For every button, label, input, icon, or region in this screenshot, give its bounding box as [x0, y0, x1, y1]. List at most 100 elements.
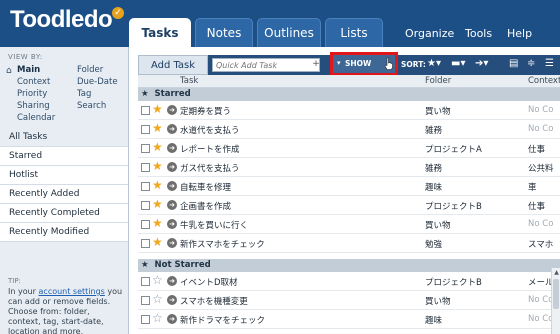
star-icon[interactable]: ★ — [152, 140, 163, 155]
task-context[interactable]: 車 — [528, 181, 537, 193]
add-task-button[interactable]: Add Task — [138, 55, 208, 75]
star-icon[interactable]: ★ — [152, 121, 163, 136]
task-checkbox[interactable] — [141, 182, 150, 191]
tab-outlines[interactable]: Outlines — [257, 18, 321, 47]
task-title[interactable]: 定期券を買う — [180, 105, 231, 117]
task-checkbox[interactable] — [141, 277, 150, 286]
viewby-main[interactable]: Main — [17, 65, 40, 75]
compact-view-icon[interactable]: ≑ — [527, 58, 535, 69]
task-folder[interactable]: 雑務 — [425, 124, 442, 136]
sidebar-item-recently-added[interactable]: Recently Added — [0, 185, 128, 204]
sort-star-icon[interactable]: ★▾ — [427, 58, 441, 69]
viewby-search[interactable]: Search — [77, 101, 106, 111]
star-outline-icon[interactable]: ☆ — [152, 292, 163, 307]
arrow-right-icon[interactable]: ➜ — [167, 276, 177, 286]
task-folder[interactable]: 買い物 — [425, 219, 451, 231]
task-context[interactable]: No Co — [528, 219, 553, 229]
list-view-icon[interactable]: ☰ — [545, 58, 554, 69]
viewby-folder[interactable]: Folder — [77, 65, 103, 75]
task-folder[interactable]: 雑務 — [425, 162, 442, 174]
task-title[interactable]: レポートを作成 — [180, 143, 240, 155]
star-icon[interactable]: ★ — [152, 197, 163, 212]
section-not-starred[interactable]: ★ Not Starred — [138, 259, 560, 272]
task-context[interactable]: 仕事 — [528, 143, 545, 155]
viewby-due-date[interactable]: Due-Date — [77, 77, 118, 87]
task-folder[interactable]: 買い物 — [425, 105, 451, 117]
task-folder[interactable]: プロジェクトA — [425, 143, 482, 155]
task-folder[interactable]: 趣味 — [425, 181, 442, 193]
nav-tools[interactable]: Tools — [465, 27, 492, 40]
task-title[interactable]: 新作スマホをチェック — [180, 238, 265, 250]
task-context[interactable]: No Co — [528, 124, 553, 134]
tab-notes[interactable]: Notes — [195, 18, 253, 47]
task-checkbox[interactable] — [141, 201, 150, 210]
arrow-right-icon[interactable]: ➜ — [167, 200, 177, 210]
task-checkbox[interactable] — [141, 220, 150, 229]
task-context[interactable]: No Co — [528, 295, 553, 305]
star-icon[interactable]: ★ — [152, 216, 163, 231]
task-checkbox[interactable] — [141, 315, 150, 324]
sidebar-item-hotlist[interactable]: Hotlist — [0, 166, 128, 185]
task-context[interactable]: No Co — [528, 314, 553, 324]
show-button[interactable]: ▾ SHOW — [330, 52, 398, 76]
sort-arrow-icon[interactable]: ➔▾ — [475, 58, 488, 69]
viewby-priority[interactable]: Priority — [17, 89, 47, 99]
star-outline-icon[interactable]: ☆ — [152, 311, 163, 326]
task-title[interactable]: スマホを機種変更 — [180, 295, 248, 307]
nav-help[interactable]: Help — [507, 27, 532, 40]
task-title[interactable]: 自転車を修理 — [180, 181, 231, 193]
arrow-right-icon[interactable]: ➜ — [167, 295, 177, 305]
toodledo-logo[interactable]: Toodledo — [10, 6, 113, 34]
vertical-scrollbar[interactable]: ▲ — [551, 268, 560, 334]
task-checkbox[interactable] — [141, 239, 150, 248]
arrow-right-icon[interactable]: ➜ — [167, 181, 177, 191]
task-context[interactable]: スマホ — [528, 238, 553, 250]
task-checkbox[interactable] — [141, 125, 150, 134]
task-title[interactable]: 水道代を支払う — [180, 124, 240, 136]
task-context[interactable]: 公共料 — [528, 162, 554, 174]
arrow-right-icon[interactable]: ➜ — [167, 124, 177, 134]
task-title[interactable]: 牛乳を買いに行く — [180, 219, 248, 231]
star-icon[interactable]: ★ — [152, 159, 163, 174]
column-context[interactable]: Context — [528, 76, 560, 86]
column-task[interactable]: Task — [180, 76, 198, 86]
task-folder[interactable]: 勉強 — [425, 238, 442, 250]
arrow-right-icon[interactable]: ➜ — [167, 314, 177, 324]
viewby-context[interactable]: Context — [17, 77, 50, 87]
sidebar-item-all-tasks[interactable]: All Tasks — [0, 128, 128, 147]
star-icon[interactable]: ★ — [152, 235, 163, 250]
task-folder[interactable]: 買い物 — [425, 295, 451, 307]
arrow-right-icon[interactable]: ➜ — [167, 162, 177, 172]
task-title[interactable]: 企画書を作成 — [180, 200, 231, 212]
task-title[interactable]: イベントD取材 — [180, 276, 238, 288]
task-context[interactable]: メール — [528, 276, 554, 288]
star-icon[interactable]: ★ — [152, 178, 163, 193]
sort-folder-icon[interactable]: ▬▾ — [451, 58, 465, 69]
task-folder[interactable]: 趣味 — [425, 314, 442, 326]
task-checkbox[interactable] — [141, 144, 150, 153]
section-starred[interactable]: ★ Starred — [138, 88, 560, 101]
sidebar-item-starred[interactable]: Starred — [0, 147, 128, 166]
quick-add-input[interactable] — [212, 58, 320, 72]
column-folder[interactable]: Folder — [425, 76, 451, 86]
arrow-right-icon[interactable]: ➜ — [167, 238, 177, 248]
print-icon[interactable]: ▤ — [509, 58, 518, 69]
task-context[interactable]: 仕事 — [528, 200, 545, 212]
task-checkbox[interactable] — [141, 163, 150, 172]
arrow-right-icon[interactable]: ➜ — [167, 105, 177, 115]
viewby-sharing[interactable]: Sharing — [17, 101, 50, 111]
scrollbar-thumb[interactable] — [553, 279, 559, 309]
task-checkbox[interactable] — [141, 106, 150, 115]
viewby-calendar[interactable]: Calendar — [17, 113, 55, 123]
task-context[interactable]: No Co — [528, 105, 553, 115]
tab-tasks[interactable]: Tasks — [129, 18, 191, 48]
arrow-right-icon[interactable]: ➜ — [167, 143, 177, 153]
task-checkbox[interactable] — [141, 296, 150, 305]
scroll-up-icon[interactable]: ▲ — [552, 268, 560, 277]
sidebar-item-recently-modified[interactable]: Recently Modified — [0, 223, 128, 242]
quick-add-plus-button[interactable]: + — [311, 58, 321, 72]
star-outline-icon[interactable]: ☆ — [152, 273, 163, 288]
task-title[interactable]: 新作ドラマをチェック — [180, 314, 265, 326]
star-icon[interactable]: ★ — [152, 102, 163, 117]
arrow-right-icon[interactable]: ➜ — [167, 219, 177, 229]
